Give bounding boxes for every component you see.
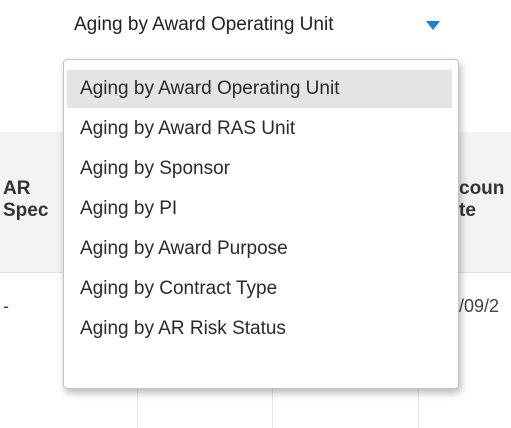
option-sponsor[interactable]: Aging by Sponsor [67,150,452,188]
cell-account-date: /09/2 [459,296,500,316]
option-ar-risk-status[interactable]: Aging by AR Risk Status [67,310,452,348]
option-award-operating-unit[interactable]: Aging by Award Operating Unit [67,70,452,108]
caret-down-icon[interactable] [426,21,440,30]
option-pi[interactable]: Aging by PI [67,190,452,228]
header-account-date[interactable]: coun te [459,178,504,222]
aging-view-select[interactable]: Aging by Award Operating Unit [62,4,448,46]
select-current-value: Aging by Award Operating Unit [74,14,334,35]
header-ar-specialist[interactable]: AR Spec [3,178,48,222]
cell-ar-specialist: - [3,296,9,316]
aging-view-dropdown: Aging by Award Operating Unit Aging by A… [63,59,459,389]
option-contract-type[interactable]: Aging by Contract Type [67,270,452,308]
option-award-purpose[interactable]: Aging by Award Purpose [67,230,452,268]
option-award-ras-unit[interactable]: Aging by Award RAS Unit [67,110,452,148]
